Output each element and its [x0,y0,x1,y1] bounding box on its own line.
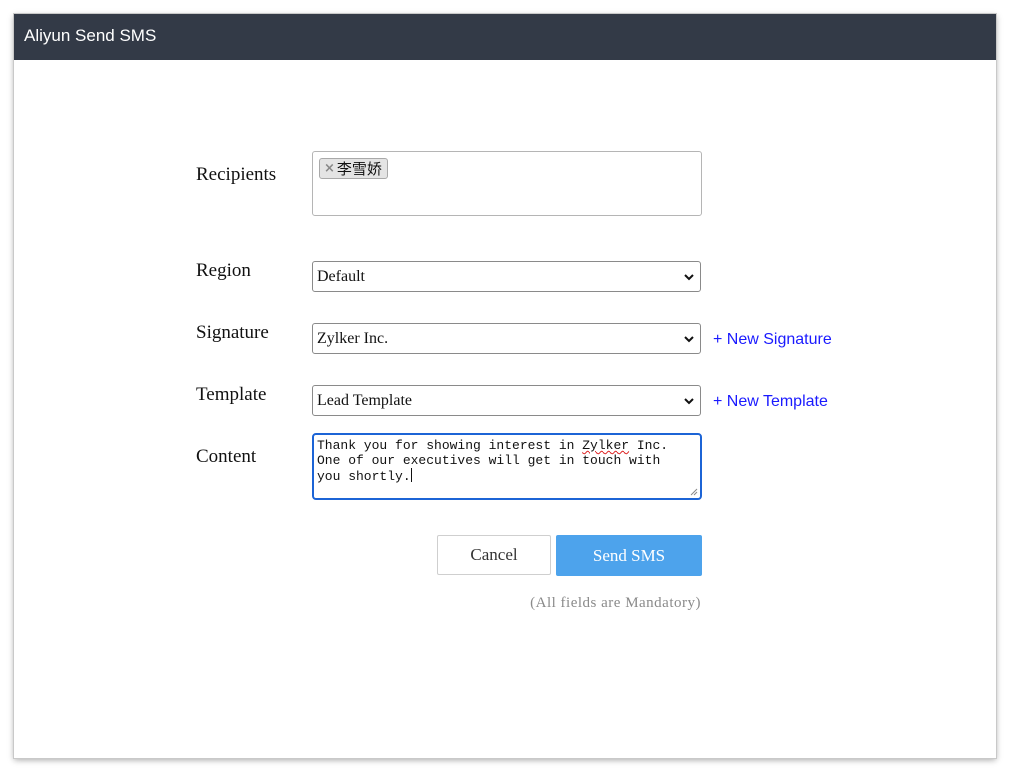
content-label: Content [196,446,257,467]
signature-label: Signature [196,322,269,343]
resize-grip-icon[interactable] [690,488,698,496]
new-template-link[interactable]: + New Template [713,393,828,411]
content-text-part1: Thank you for showing interest in [317,438,583,453]
recipient-chip-label: 李雪娇 [336,160,382,178]
template-label: Template [196,384,267,405]
chevron-down-icon [684,274,694,281]
signature-selected-value: Zylker Inc. [317,330,389,347]
text-caret [410,468,412,482]
region-select[interactable]: Default [312,261,701,292]
chevron-down-icon [684,398,694,405]
cancel-button[interactable]: Cancel [437,535,551,575]
send-sms-button[interactable]: Send SMS [556,535,702,576]
new-signature-link[interactable]: + New Signature [713,331,832,349]
template-selected-value: Lead Template [317,392,412,409]
window-title: Aliyun Send SMS [24,26,157,45]
chevron-down-icon [684,336,694,343]
content-misspelled-word: Zylker [582,438,630,453]
region-selected-value: Default [317,268,365,285]
title-bar: Aliyun Send SMS [14,14,996,60]
close-icon[interactable]: × [324,161,335,176]
content-textarea[interactable]: Thank you for showing interest in Zylker… [312,433,702,500]
recipient-chip[interactable]: × 李雪娇 [319,158,388,179]
signature-select[interactable]: Zylker Inc. [312,323,701,354]
template-select[interactable]: Lead Template [312,385,701,416]
recipients-input[interactable]: × 李雪娇 [312,151,702,216]
mandatory-note: (All fields are Mandatory) [530,595,701,611]
region-label: Region [196,260,251,281]
recipients-label: Recipients [196,164,277,185]
